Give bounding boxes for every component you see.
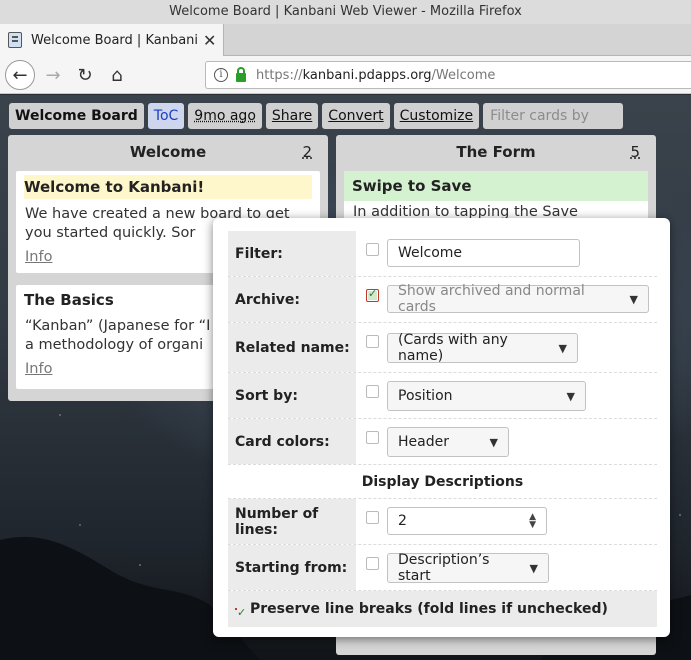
card-colors-select-value: Header (398, 434, 449, 450)
url-protocol: https:// (256, 67, 303, 83)
filter-row: Filter: Welcome (228, 231, 657, 277)
card-title: Swipe to Save (344, 171, 648, 201)
stepper-arrows-icon[interactable]: ▲ ▼ (529, 513, 536, 530)
chevron-down-icon: ▼ (566, 389, 575, 403)
display-descriptions-heading: Display Descriptions (228, 465, 657, 499)
chevron-down-icon: ▼ (489, 435, 498, 449)
column-title: Welcome (129, 143, 207, 161)
sort-by-select[interactable]: Position ▼ (387, 381, 586, 411)
starting-from-select-value: Description’s start (398, 552, 490, 584)
card-colors-select[interactable]: Header ▼ (387, 427, 509, 457)
tab-title: Welcome Board | Kanbani Web Viewer (31, 32, 199, 48)
chevron-down-icon: ▼ (629, 292, 638, 306)
preserve-line-breaks-row: Preserve line breaks (fold lines if unch… (228, 591, 657, 627)
column-header: The Form 5 (336, 135, 656, 169)
customize-button[interactable]: Customize (393, 103, 480, 129)
close-tab-icon[interactable]: ✕ (203, 31, 216, 50)
number-of-lines-value: 2 (398, 513, 407, 529)
url-path: /Welcome (431, 67, 496, 83)
starting-from-select[interactable]: Description’s start ▼ (387, 552, 549, 584)
filter-title-input[interactable]: Welcome (387, 239, 580, 267)
archive-checkbox[interactable] (366, 287, 379, 302)
filter-cards-input[interactable]: Filter cards by title (483, 103, 624, 150)
convert-button[interactable]: Convert (322, 103, 390, 129)
card-colors-row: Card colors: Header ▼ (228, 419, 657, 465)
card-colors-label: Card colors: (228, 419, 356, 464)
home-icon[interactable]: ⌂ (102, 60, 132, 90)
sort-by-row: Sort by: Position ▼ (228, 373, 657, 419)
archive-select-value: Show archived and normal cards (398, 283, 585, 315)
number-of-lines-checkbox[interactable] (366, 511, 379, 524)
starting-from-checkbox[interactable] (366, 557, 379, 570)
column-title: The Form (456, 143, 536, 161)
window-title: Welcome Board | Kanbani Web Viewer - Moz… (0, 0, 691, 24)
sort-by-label: Sort by: (228, 373, 356, 418)
chevron-down-icon: ▼ (529, 561, 538, 575)
back-arrow-icon[interactable]: ← (5, 60, 35, 90)
starting-from-row: Starting from: Description’s start ▼ (228, 545, 657, 591)
navigation-bar: ← → ↻ ⌂ i https://kanbani.pdapps.org/Wel… (0, 56, 691, 94)
preserve-line-breaks-label: Preserve line breaks (fold lines if unch… (250, 601, 608, 617)
url-host: kanbani.pdapps.org (302, 67, 432, 83)
age-button[interactable]: 9mo ago (188, 103, 262, 129)
board-toolbar: Welcome Board ToC 9mo ago Share Convert … (9, 103, 624, 150)
sort-by-checkbox[interactable] (366, 385, 379, 398)
card-colors-checkbox[interactable] (366, 431, 379, 444)
column-header: Welcome 2 (8, 135, 328, 169)
share-button[interactable]: Share (265, 103, 319, 129)
related-name-label: Related name: (228, 323, 356, 372)
chevron-down-icon: ▼ (558, 341, 567, 355)
preserve-line-breaks-enable-checkbox[interactable] (235, 606, 246, 619)
archive-select[interactable]: Show archived and normal cards ▼ (387, 283, 649, 315)
number-of-lines-input[interactable]: 2 ▲ ▼ (387, 507, 547, 535)
sort-by-select-value: Position (398, 388, 453, 404)
number-of-lines-label: Number of lines: (228, 499, 356, 544)
column-card-count[interactable]: 5 (630, 135, 640, 169)
lock-icon[interactable] (236, 66, 246, 82)
related-name-select[interactable]: (Cards with any name) ▼ (387, 332, 578, 364)
starting-from-label: Starting from: (228, 545, 356, 590)
archive-row: Archive: Show archived and normal cards … (228, 277, 657, 323)
related-name-select-value: (Cards with any name) (398, 332, 508, 364)
filter-checkbox[interactable] (366, 243, 379, 256)
kanbani-favicon-icon (8, 32, 22, 48)
page-info-icon[interactable]: i (214, 68, 228, 82)
reload-icon[interactable]: ↻ (70, 60, 100, 90)
toc-button[interactable]: ToC (147, 103, 185, 129)
url-bar[interactable]: i https://kanbani.pdapps.org/Welcome (205, 61, 691, 89)
archive-label: Archive: (228, 277, 356, 322)
number-of-lines-row: Number of lines: 2 ▲ ▼ (228, 499, 657, 545)
customize-popup: Filter: Welcome Archive: Show archived a… (213, 218, 670, 637)
card-title: Welcome to Kanbani! (24, 175, 312, 199)
related-name-checkbox[interactable] (366, 335, 379, 348)
filter-label: Filter: (228, 231, 356, 276)
related-name-row: Related name: (Cards with any name) ▼ (228, 323, 657, 373)
forward-arrow-icon[interactable]: → (38, 60, 68, 90)
column-card-count[interactable]: 2 (302, 135, 312, 169)
browser-tab[interactable]: Welcome Board | Kanbani Web Viewer ✕ (0, 24, 224, 56)
tab-strip: Welcome Board | Kanbani Web Viewer ✕ (0, 24, 691, 56)
board-title-button[interactable]: Welcome Board (9, 103, 144, 129)
